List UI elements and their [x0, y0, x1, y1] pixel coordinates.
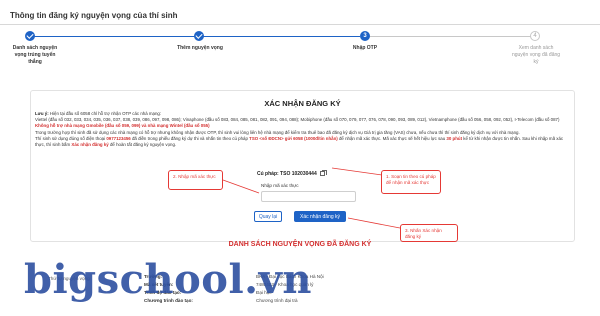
step-1-check-icon[interactable]: [25, 31, 35, 41]
callout-step-1-arrow: [331, 167, 383, 176]
step-2-label: Thêm nguyện vọng: [177, 45, 223, 51]
step-3-indicator[interactable]: 3: [360, 31, 370, 41]
callout-step-2: 2. Nhập mã xác thực: [168, 170, 223, 190]
otp-input-label: Nhập mã xác thực: [261, 183, 299, 188]
note-unsupported: Không hỗ trợ nhà mạng Gmobile (đầu số 05…: [35, 123, 210, 129]
progress-stepper: Danh sách nguyện vọng trúng tuyển thẳng …: [10, 28, 590, 68]
note-heading: Lưu ý:: [35, 111, 49, 116]
note-p2-mid: đã điền trong phiếu đăng ký dự thi và nh…: [131, 135, 248, 141]
step-4-label: Xem danh sách nguyện vọng đã đăng ký: [511, 45, 561, 65]
note-sms-syntax: TSO <số ĐDCN> gửi 6058 (1000đ/tin nhắn): [249, 135, 338, 141]
confirm-title: XÁC NHẬN ĐĂNG KÝ: [264, 99, 341, 108]
note-p2-end: để nhận mã xác thực. Mã xác thực sẽ hết …: [338, 135, 446, 141]
title-divider: [0, 24, 600, 25]
callout-step-2-arrow: [222, 179, 260, 194]
note-vietnamobile: Vietnamphone (đầu số 056, 058, 092, 052)…: [428, 117, 560, 123]
note-validity: 30 phút: [446, 135, 463, 141]
watermark-logo: bigschool.vn: [24, 256, 312, 303]
step-4-indicator[interactable]: 4: [530, 31, 540, 41]
otp-syntax: Cú pháp: TSO 102030444: [257, 170, 327, 177]
note-p2-start: Thí sinh sử dụng đúng số điện thoại: [35, 135, 106, 141]
registered-wishes-heading: DANH SÁCH NGUYỆN VỌNG ĐÃ ĐĂNG KÝ: [228, 241, 372, 248]
back-button[interactable]: Quay lại: [254, 211, 282, 222]
page-title: Thông tin đăng ký nguyện vọng của thí si…: [10, 11, 178, 20]
note-carriers: Lưu ý: Hiện tại đầu số 6058 chỉ hỗ trợ n…: [35, 111, 572, 148]
note-paragraph-1: Trong trường hợp thí sinh đã sử dụng các…: [35, 129, 520, 135]
note-viettel: Viettel (đầu số 032, 033, 034, 035, 036,…: [35, 117, 182, 123]
note-phone: 0977123456: [106, 135, 131, 141]
callout-step-3: 3. Nhấn Xác nhận đăng ký: [400, 224, 458, 242]
note-p2-final: để hoàn tất đăng ký nguyện vọng.: [109, 142, 177, 148]
copy-icon[interactable]: [319, 170, 327, 177]
step-1-label: Danh sách nguyện vọng trúng tuyển thẳng: [12, 45, 58, 65]
callout-step-1: 1. Soạn tin theo cú pháp để nhận mã xác …: [381, 170, 441, 194]
note-confirm-word: Xác nhận đăng ký: [71, 142, 109, 148]
otp-input[interactable]: [261, 191, 356, 202]
stepper-line-pending: [365, 36, 535, 37]
confirm-registration-button[interactable]: Xác nhận đăng ký: [294, 211, 346, 222]
step-3-label: Nhập OTP: [352, 45, 378, 51]
confirm-card: XÁC NHẬN ĐĂNG KÝ Lưu ý: Hiện tại đầu số …: [30, 90, 575, 242]
note-intro: Hiện tại đầu số 6058 chỉ hỗ trợ nhận OTP…: [49, 111, 162, 116]
note-vinaphone: Vinaphone (đầu số 083, 084, 085, 081, 08…: [182, 117, 300, 123]
otp-syntax-label: Cú pháp: TSO 102030444: [257, 171, 317, 177]
note-mobifone: Mobiphone (đầu số 070, 079, 077, 076, 07…: [300, 117, 428, 123]
callout-step-3-arrow: [347, 217, 401, 229]
step-2-check-icon[interactable]: [194, 31, 204, 41]
